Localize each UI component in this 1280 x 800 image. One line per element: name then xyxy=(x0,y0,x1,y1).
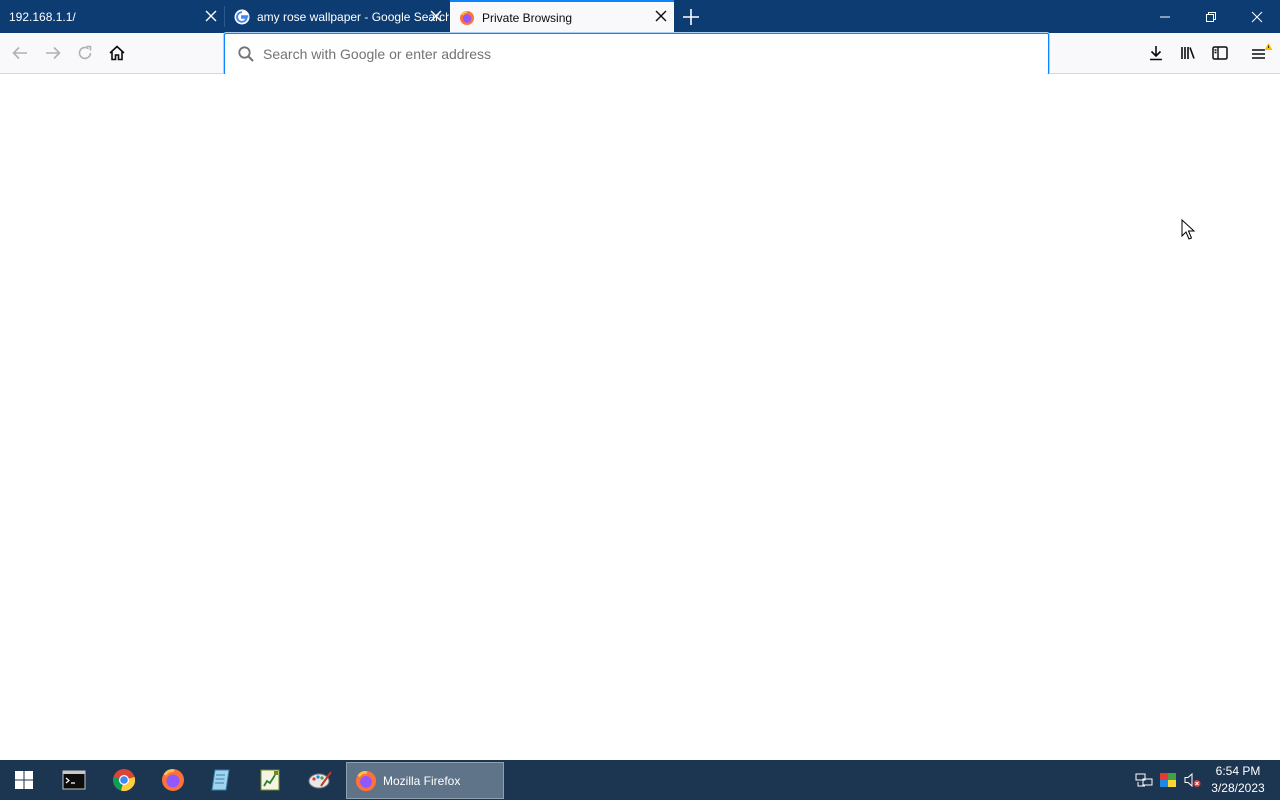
clock-time: 6:54 PM xyxy=(1215,764,1261,778)
spreadsheet-icon xyxy=(260,769,280,791)
clock-date: 3/28/2023 xyxy=(1211,781,1265,795)
start-button[interactable] xyxy=(4,764,44,796)
close-icon[interactable] xyxy=(204,9,218,23)
taskbar-firefox[interactable] xyxy=(153,764,193,796)
taskbar-paint[interactable] xyxy=(300,764,340,796)
terminal-icon xyxy=(62,770,86,790)
close-icon[interactable] xyxy=(654,9,668,23)
library-button[interactable] xyxy=(1173,38,1203,68)
taskbar-spreadsheet[interactable] xyxy=(250,764,290,796)
address-input[interactable] xyxy=(263,46,1023,62)
forward-arrow-icon xyxy=(46,46,61,60)
display-tray[interactable] xyxy=(1158,770,1178,790)
network-tray[interactable] xyxy=(1134,770,1154,790)
chrome-icon xyxy=(113,769,136,792)
minimize-icon xyxy=(1160,16,1170,17)
sidebar-button[interactable] xyxy=(1205,38,1235,68)
start-icon xyxy=(15,771,33,789)
taskbar-firefox-window[interactable]: Mozilla Firefox xyxy=(346,762,504,799)
volume-muted-icon xyxy=(1184,772,1201,788)
restore-button[interactable] xyxy=(1188,0,1234,33)
taskbar-notepad[interactable] xyxy=(201,764,241,796)
tab-google-search[interactable]: amy rose wallpaper - Google Search xyxy=(225,0,449,33)
library-icon xyxy=(1181,47,1195,59)
download-icon xyxy=(1150,46,1162,61)
system-clock[interactable]: 6:54 PM 3/28/2023 xyxy=(1202,763,1274,797)
reload-icon xyxy=(78,45,92,60)
restore-icon xyxy=(1206,11,1216,22)
hamburger-menu-icon xyxy=(1252,43,1273,59)
forward-button[interactable] xyxy=(38,38,68,68)
tab-title: amy rose wallpaper - Google Search xyxy=(257,9,449,24)
home-icon xyxy=(109,45,125,61)
network-icon xyxy=(1135,773,1153,787)
color-display-icon xyxy=(1160,773,1176,787)
close-icon xyxy=(1251,11,1263,22)
sidebar-icon xyxy=(1212,46,1228,60)
tab-strip: 192.168.1.1/ amy rose wallpaper - Google… xyxy=(0,0,1280,33)
taskbar-chrome[interactable] xyxy=(104,764,144,796)
taskbar-app-label: Mozilla Firefox xyxy=(383,773,461,788)
home-button[interactable] xyxy=(102,38,132,68)
firefox-icon xyxy=(355,770,377,791)
notepad-icon xyxy=(211,769,230,791)
downloads-button[interactable] xyxy=(1141,38,1171,68)
tab-title: 192.168.1.1/ xyxy=(9,9,76,24)
close-window-button[interactable] xyxy=(1234,0,1280,33)
tab-private-browsing[interactable]: Private Browsing xyxy=(450,0,674,33)
reload-button[interactable] xyxy=(70,38,100,68)
close-icon[interactable] xyxy=(429,9,443,23)
tab-router[interactable]: 192.168.1.1/ xyxy=(0,0,224,33)
volume-tray[interactable] xyxy=(1182,770,1202,790)
google-icon xyxy=(234,9,250,24)
taskbar-terminal[interactable] xyxy=(54,764,94,796)
url-bar[interactable] xyxy=(224,33,1049,75)
mouse-cursor-icon xyxy=(1181,219,1195,240)
menu-button[interactable] xyxy=(1246,38,1276,68)
tab-title: Private Browsing xyxy=(482,10,573,25)
firefox-icon xyxy=(460,10,474,25)
paint-icon xyxy=(308,771,332,789)
search-icon xyxy=(238,46,254,62)
new-tab-icon[interactable] xyxy=(680,6,702,28)
back-button[interactable] xyxy=(5,38,35,68)
navigation-toolbar xyxy=(0,33,1280,75)
minimize-button[interactable] xyxy=(1142,0,1188,33)
back-arrow-icon xyxy=(12,46,27,60)
firefox-icon xyxy=(162,769,184,791)
page-content xyxy=(0,74,1280,760)
taskbar: Mozilla Firefox 6:54 PM 3/28/2023 xyxy=(0,760,1280,800)
